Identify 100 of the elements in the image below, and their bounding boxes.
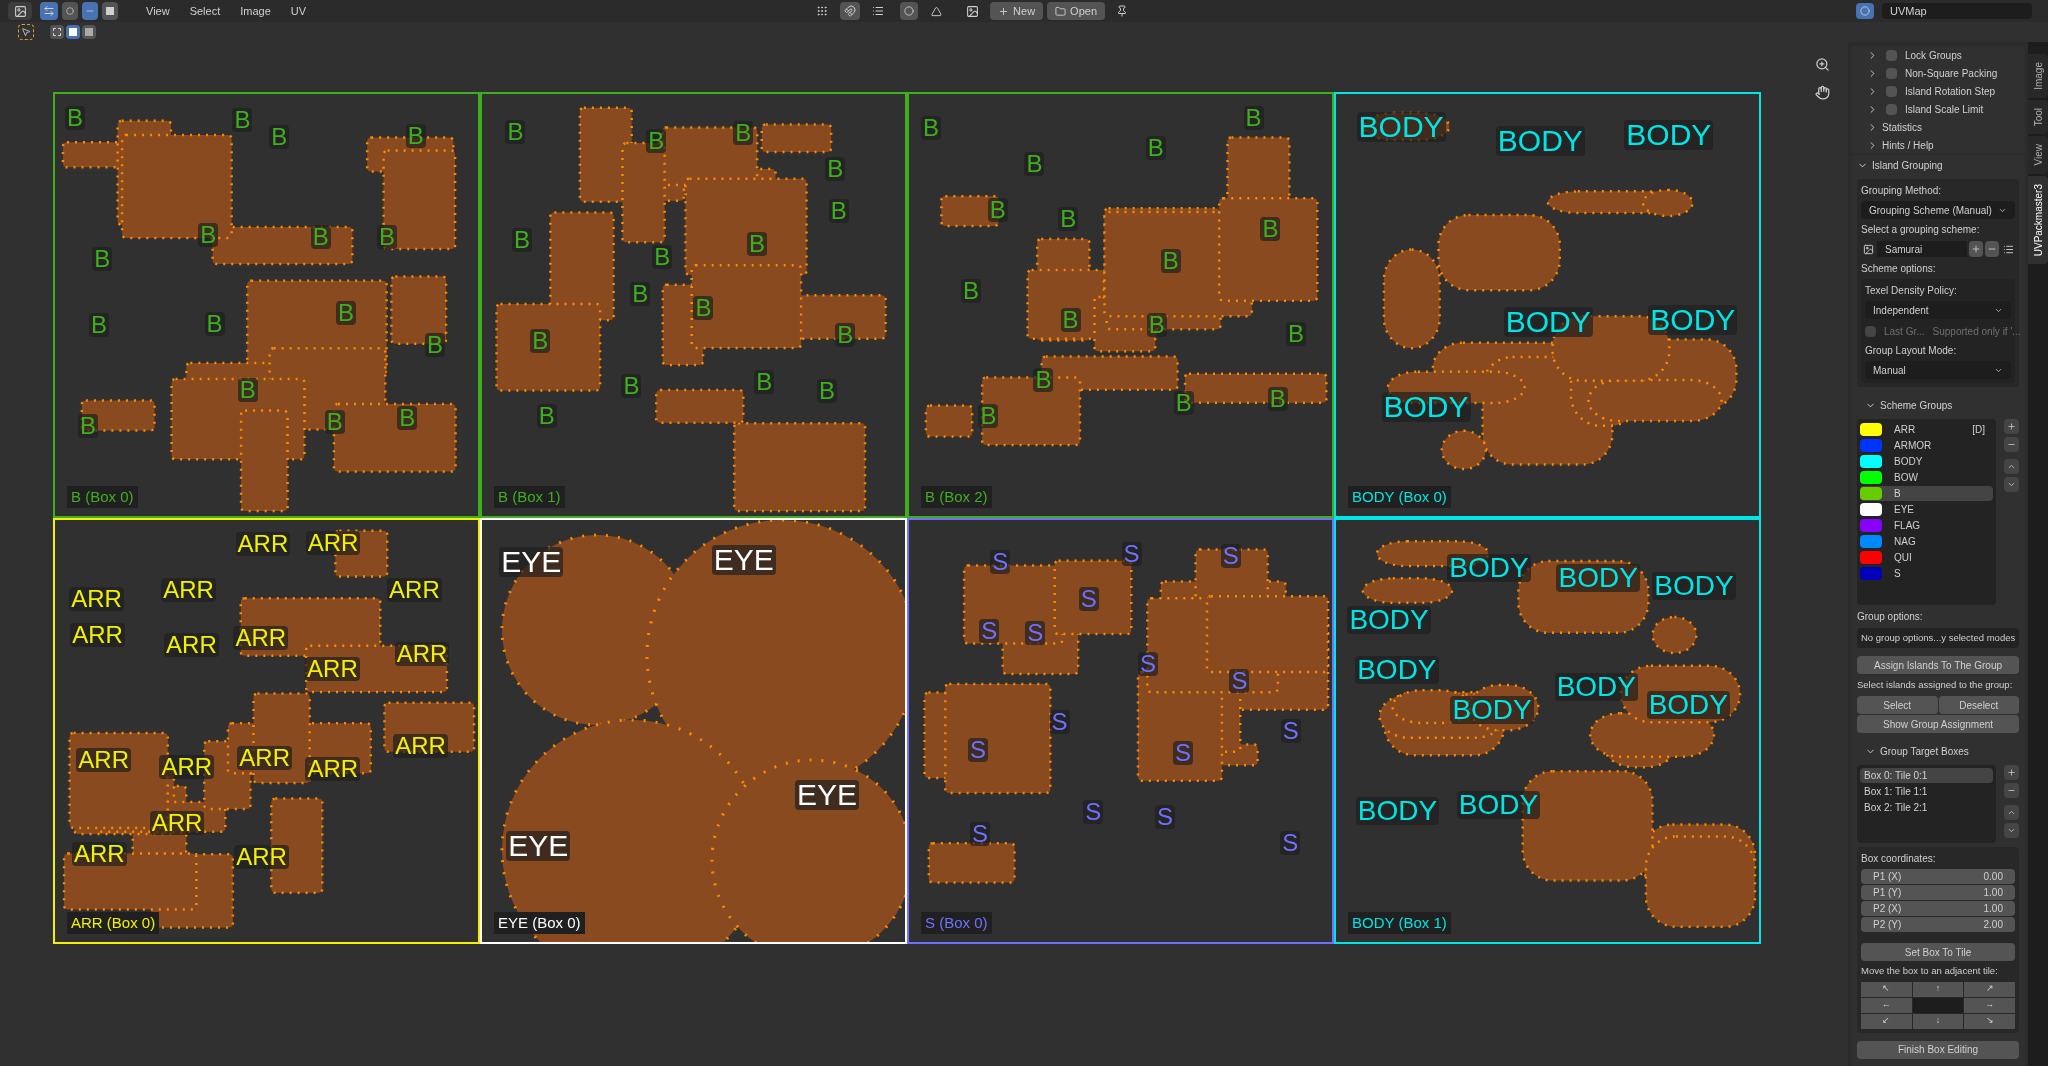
move-box-button[interactable]: ↙ — [1861, 1013, 1912, 1029]
option-label[interactable]: Non-Square Packing — [1905, 65, 1998, 81]
option-label[interactable]: Island Rotation Step — [1905, 83, 1996, 99]
island-group-label: BODY — [1648, 305, 1738, 336]
move-box-button[interactable]: ↖ — [1861, 981, 1912, 997]
texel-density-dropdown[interactable]: Independent — [1865, 301, 2011, 319]
island-group-label: B — [1173, 391, 1194, 416]
group-list-item[interactable]: QUI — [1860, 550, 1993, 565]
island-group-label: B — [89, 312, 110, 337]
box-label: S (Box 0) — [921, 911, 992, 934]
island-group-label: B — [630, 282, 651, 307]
menu-item[interactable]: Select — [181, 0, 229, 22]
island-group-label: BODY — [1554, 673, 1638, 702]
subpanel-header[interactable]: Statistics — [1859, 118, 2017, 136]
island-group-label: S — [1155, 805, 1175, 830]
island-group-label: S — [1121, 541, 1142, 566]
move-box-button[interactable]: ↑ — [1912, 981, 1964, 997]
set-box-to-tile-button[interactable]: Set Box To Tile — [1861, 943, 2015, 962]
island-group-label: S — [990, 549, 1011, 574]
island-group-label: B — [1024, 152, 1045, 177]
field-label: Move the box to an adjacent tile: — [1861, 964, 1999, 979]
island-group-label: EYE — [794, 780, 859, 811]
island-group-label: B — [621, 374, 642, 399]
group-list-item[interactable]: FLAG — [1860, 518, 1993, 533]
sidebar-tab[interactable]: Tool — [2028, 99, 2048, 135]
island-group-label: ARR — [161, 577, 216, 602]
sidebar-tab[interactable]: View — [2028, 136, 2048, 174]
option-label[interactable]: Lock Groups — [1905, 47, 1962, 63]
group-list-item[interactable]: EYE — [1860, 502, 1993, 517]
coordinate-field[interactable]: P2 (Y) 2.00 — [1861, 917, 2015, 933]
coordinate-field[interactable]: P1 (Y) 1.00 — [1861, 885, 2015, 901]
menu-item[interactable]: Image — [232, 0, 279, 22]
option-label[interactable]: Island Scale Limit — [1905, 101, 1984, 117]
island-group-label: B — [536, 403, 557, 428]
panel-header[interactable]: Scheme Groups — [1857, 395, 2019, 415]
scheme-name-field[interactable]: Samurai — [1877, 241, 1967, 257]
deselect-button[interactable]: Deselect — [1938, 696, 2019, 715]
box-label: BODY (Box 1) — [1348, 911, 1451, 934]
box-label: B (Box 2) — [921, 485, 992, 508]
island-group-label: B — [336, 301, 357, 326]
island-group-label: B — [397, 405, 418, 430]
island-group-label: B — [310, 224, 331, 249]
coordinate-field[interactable]: P2 (X) 1.00 — [1861, 901, 2015, 917]
island-group-label: B — [693, 295, 714, 320]
new-image-button[interactable]: New — [990, 2, 1044, 20]
group-list-item[interactable]: BODY — [1860, 454, 1993, 469]
island-group-label: S — [1138, 651, 1159, 676]
group-list-item[interactable]: ARMOR — [1860, 438, 1993, 453]
island-group-label: B — [65, 105, 85, 130]
island-group-label: BODY — [1652, 572, 1736, 601]
menu-item[interactable]: UV — [282, 0, 315, 22]
island-group-label: B — [425, 332, 446, 357]
island-group-label: BODY — [1381, 391, 1471, 422]
island-group-label: ARR — [394, 641, 450, 666]
island-group-label: B — [198, 223, 219, 248]
group-options-note: No group options...y selected modes — [1857, 628, 2019, 648]
panel-header[interactable]: Island Grouping — [1857, 155, 2019, 175]
island-group-label: S — [1078, 587, 1099, 612]
finish-box-editing-button[interactable]: Finish Box Editing — [1857, 1040, 2019, 1059]
island-group-label: B — [754, 370, 775, 395]
panel-header[interactable]: Group Target Boxes — [1857, 741, 2019, 762]
island-group-label: BODY — [1503, 306, 1593, 337]
box-list-item[interactable]: Box 1: Tile 1:1 — [1860, 784, 1993, 800]
island-group-label: ARR — [235, 532, 291, 557]
group-list-item[interactable]: ARR [D] — [1860, 422, 1993, 437]
sidebar-tab[interactable]: UVPackmaster3 — [2028, 175, 2048, 264]
box-list-item[interactable]: Box 0: Tile 0:1 — [1860, 768, 1993, 784]
show-group-assignment-button[interactable]: Show Group Assignment — [1857, 715, 2019, 734]
island-group-label: BODY — [1355, 796, 1440, 825]
island-group-label: BODY — [1624, 119, 1714, 150]
uv-map-field[interactable]: UVMap — [1882, 3, 2032, 19]
island-group-label: S — [1049, 709, 1070, 734]
open-image-button[interactable]: Open — [1047, 2, 1106, 20]
move-box-button[interactable]: → — [1964, 997, 2015, 1013]
island-group-label: BODY — [1495, 125, 1585, 156]
field-label: Select islands assigned to the group: — [1857, 678, 2014, 692]
group-list-item[interactable]: B — [1860, 486, 1993, 501]
island-group-label: BODY — [1450, 695, 1534, 724]
grouping-method-dropdown[interactable]: Grouping Scheme (Manual) — [1861, 201, 2015, 219]
move-box-button[interactable]: ← — [1861, 997, 1912, 1013]
sidebar-tab[interactable]: Image — [2028, 54, 2048, 98]
island-group-label: B — [1243, 106, 1264, 130]
subpanel-header[interactable]: Hints / Help — [1859, 136, 2017, 154]
move-box-button[interactable]: ↘ — [1964, 1013, 2015, 1029]
move-box-button[interactable]: ↓ — [1912, 1013, 1964, 1029]
box-list-item[interactable]: Box 2: Tile 2:1 — [1860, 800, 1993, 816]
group-list-item[interactable]: S — [1860, 566, 1993, 581]
coordinate-field[interactable]: P1 (X) 0.00 — [1861, 869, 2015, 885]
menu-item[interactable]: View — [138, 0, 178, 22]
field-label: Select a grouping scheme: — [1861, 223, 1981, 237]
island-group-label: ARR — [76, 748, 131, 773]
group-list-item[interactable]: NAG — [1860, 534, 1993, 549]
group-list-item[interactable]: BOW — [1860, 470, 1993, 485]
box-label: BODY (Box 0) — [1348, 485, 1451, 508]
assign-islands-button[interactable]: Assign Islands To The Group — [1857, 656, 2019, 674]
move-box-button[interactable]: ↗ — [1964, 981, 2015, 997]
island-group-label: B — [825, 157, 846, 181]
island-group-label: S — [1280, 830, 1301, 855]
group-layout-dropdown[interactable]: Manual — [1865, 361, 2011, 379]
select-button[interactable]: Select — [1857, 696, 1938, 715]
